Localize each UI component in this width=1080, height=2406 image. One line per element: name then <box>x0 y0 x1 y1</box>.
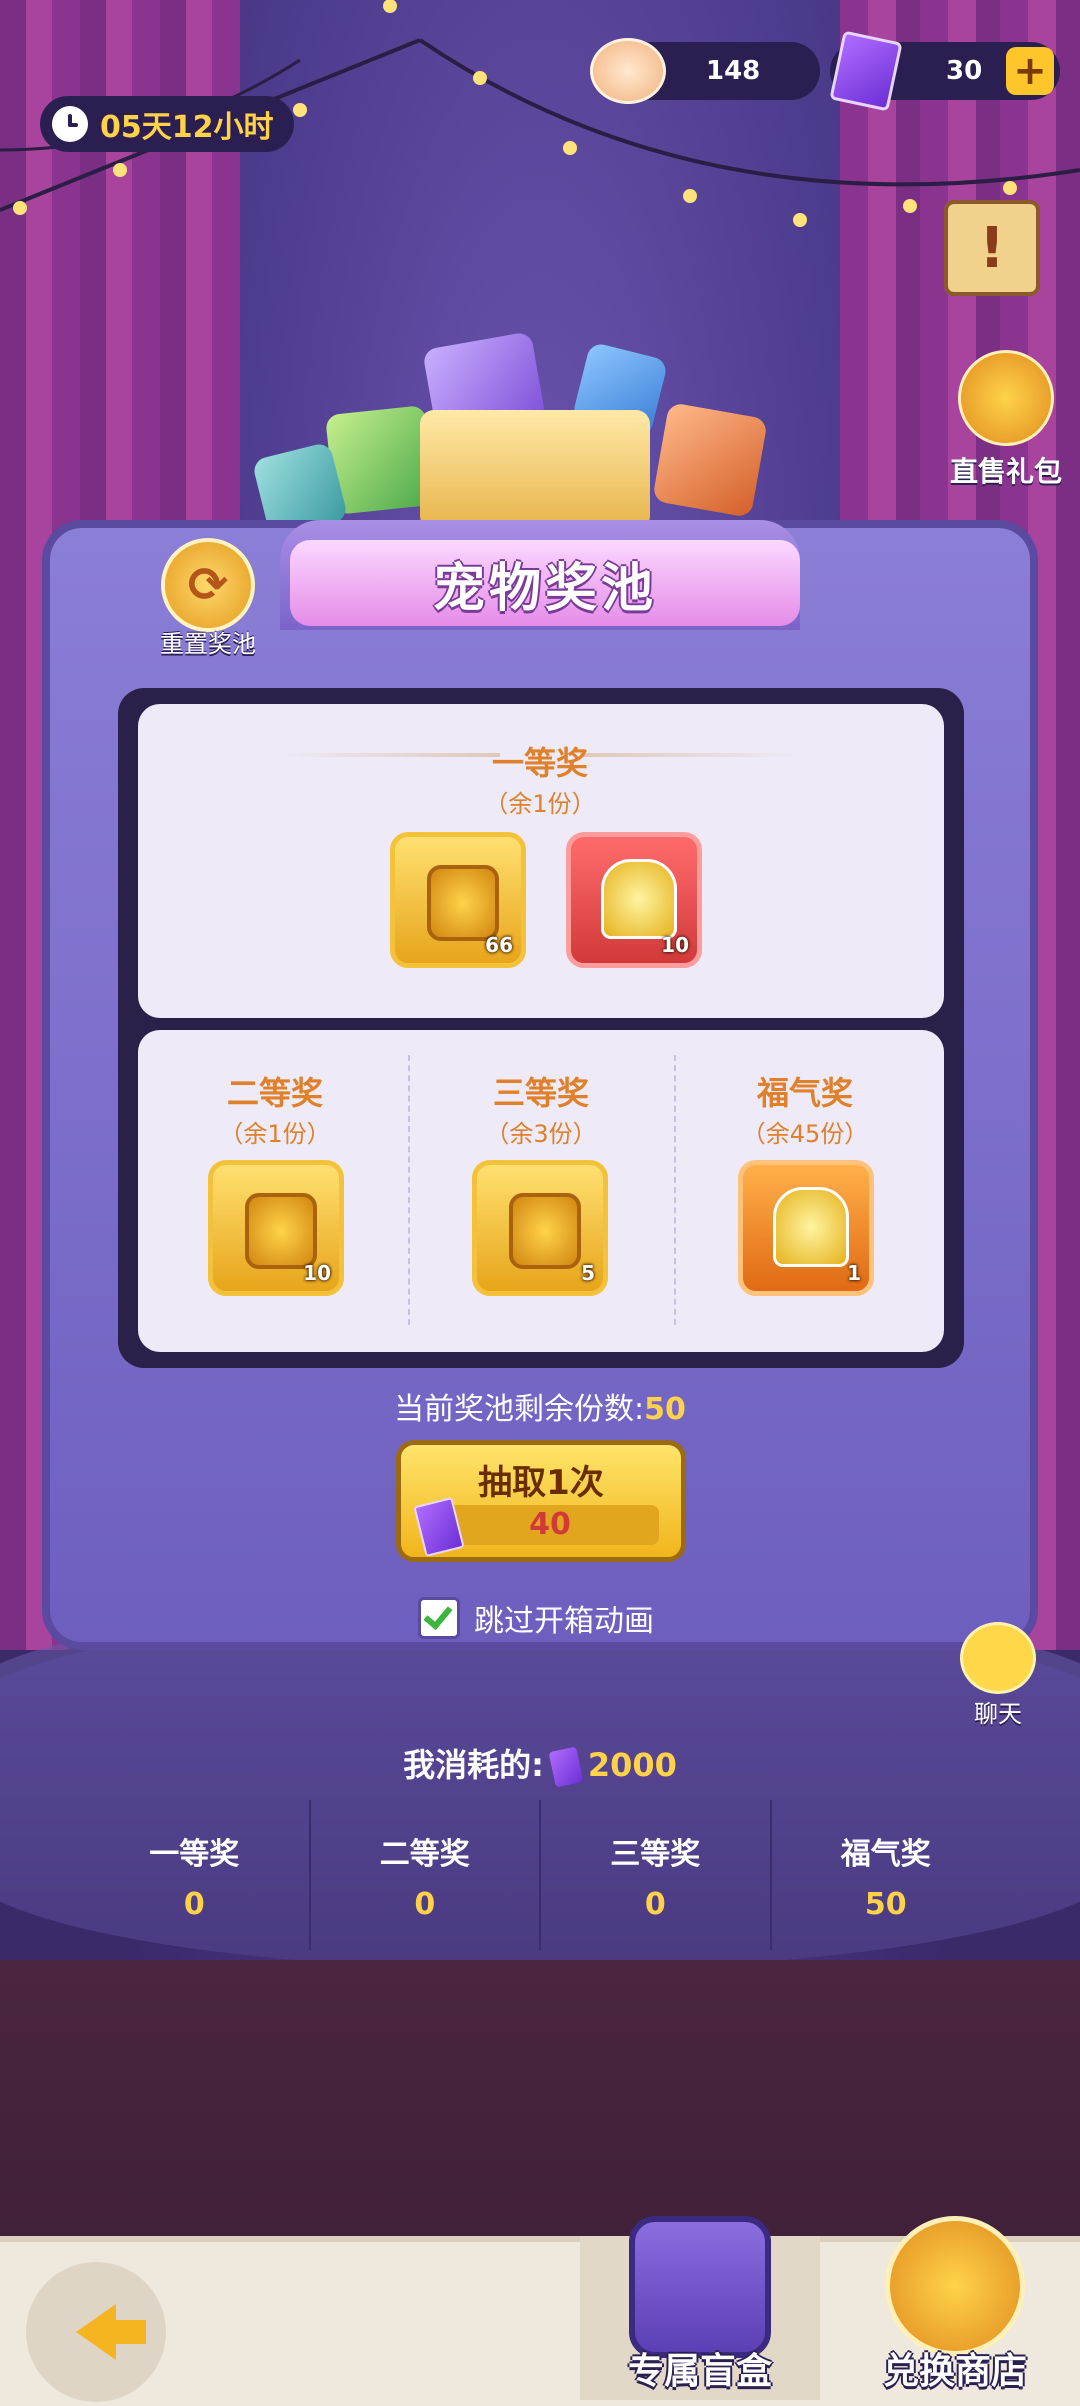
spent-value: 2000 <box>587 1746 677 1784</box>
third-prize-remaining: （余3份） <box>485 1120 597 1148</box>
fortune-prize-remaining: （余45份） <box>741 1120 869 1148</box>
stat-title: 一等奖 <box>149 1836 240 1872</box>
notice-button[interactable]: ! <box>944 200 1040 296</box>
third-prize-title: 三等奖 <box>492 1074 589 1112</box>
chat-bubble-icon <box>960 1622 1036 1694</box>
first-prize-remaining: （余1份） <box>484 790 596 818</box>
back-button[interactable] <box>26 2262 166 2402</box>
pool-remaining-label: 当前奖池剩余份数: <box>394 1392 645 1427</box>
tab-blind-box[interactable]: 专属盲盒 <box>580 2216 820 2400</box>
my-spending: 我消耗的: 2000 <box>0 1740 1080 1788</box>
divider <box>674 1055 676 1325</box>
prize-item[interactable]: 10 <box>208 1160 344 1296</box>
orange-chest <box>652 402 768 518</box>
gift-bag-icon <box>957 350 1054 446</box>
coin-icon <box>427 865 499 941</box>
timer-text: 05天12小时 <box>100 110 274 145</box>
item-quantity: 10 <box>661 933 689 957</box>
checkbox-checked-icon[interactable] <box>418 1597 460 1639</box>
divider <box>408 1055 410 1325</box>
coin-icon <box>509 1193 581 1269</box>
prize-chest-pile <box>251 320 820 539</box>
exchange-shop-label: 兑换商店 <box>882 2351 1027 2392</box>
stat-first-prize: 一等奖 0 <box>80 1800 311 1950</box>
shop-mascot-icon <box>885 2216 1025 2356</box>
blind-box-label: 专属盲盒 <box>627 2351 772 2392</box>
stat-third-prize: 三等奖 0 <box>541 1800 772 1950</box>
reset-pool-button[interactable]: ⟳ 重置奖池 <box>148 538 268 659</box>
chat-button[interactable]: 聊天 <box>960 1622 1036 1729</box>
add-ticket-button[interactable]: + <box>1006 47 1054 95</box>
gift-pack-label: 直售礼包 <box>949 455 1062 488</box>
draw-cost: 40 <box>441 1505 659 1545</box>
fortune-prize-title: 福气奖 <box>756 1074 853 1112</box>
gift-pack-button[interactable]: 直售礼包 <box>950 350 1062 490</box>
pool-remaining-value: 50 <box>644 1392 686 1427</box>
ticket-currency: 30 + <box>829 30 1060 112</box>
stat-title: 三等奖 <box>610 1836 701 1872</box>
spent-label: 我消耗的: <box>403 1746 544 1784</box>
tab-exchange-shop[interactable]: 兑换商店 <box>830 2216 1080 2400</box>
stat-title: 福气奖 <box>840 1836 931 1872</box>
trophy-icon <box>601 859 677 939</box>
stat-value: 0 <box>183 1886 205 1922</box>
refresh-icon: ⟳ <box>161 538 255 632</box>
shell-icon <box>590 38 666 104</box>
second-prize-remaining: （余1份） <box>219 1120 331 1148</box>
stat-value: 0 <box>644 1886 666 1922</box>
pool-title: 宠物奖池 <box>290 540 800 626</box>
coin-icon <box>245 1193 317 1269</box>
stat-second-prize: 二等奖 0 <box>311 1800 541 1950</box>
event-timer: 05天12小时 <box>40 96 294 152</box>
stat-value: 0 <box>414 1886 436 1922</box>
first-prize-title: 一等奖 <box>491 744 588 782</box>
chat-label: 聊天 <box>974 1700 1022 1728</box>
gold-chest <box>420 410 650 530</box>
item-quantity: 1 <box>847 1261 861 1285</box>
mystery-box-icon <box>629 2216 771 2358</box>
clock-icon <box>52 106 88 142</box>
second-prize-title: 二等奖 <box>226 1074 323 1112</box>
prize-stats: 一等奖 0 二等奖 0 三等奖 0 福气奖 50 <box>80 1800 1000 1950</box>
item-quantity: 5 <box>581 1261 595 1285</box>
prize-item[interactable]: 5 <box>472 1160 608 1296</box>
stat-value: 50 <box>864 1886 907 1922</box>
skip-animation-label: 跳过开箱动画 <box>474 1604 654 1639</box>
trophy-icon <box>773 1187 849 1267</box>
ticket-icon <box>829 30 903 112</box>
item-quantity: 10 <box>303 1261 331 1285</box>
stat-fortune-prize: 福气奖 50 <box>772 1800 1001 1950</box>
reset-pool-label: 重置奖池 <box>160 630 256 658</box>
pool-remaining: 当前奖池剩余份数:50 <box>0 1384 1080 1428</box>
skip-animation-toggle[interactable]: 跳过开箱动画 <box>418 1596 654 1640</box>
ticket-count: 30 <box>946 56 983 86</box>
ticket-icon <box>548 1746 584 1788</box>
back-arrow-icon <box>76 2304 146 2360</box>
draw-once-button[interactable]: 抽取1次 40 <box>396 1440 686 1562</box>
prize-item[interactable]: 1 <box>738 1160 874 1296</box>
prize-item[interactable]: 66 <box>390 832 526 968</box>
shell-count: 148 <box>706 56 761 86</box>
stat-title: 二等奖 <box>379 1836 470 1872</box>
draw-label: 抽取1次 <box>478 1463 604 1503</box>
shell-currency: 148 <box>590 38 820 104</box>
item-quantity: 66 <box>485 933 513 957</box>
prize-item[interactable]: 10 <box>566 832 702 968</box>
